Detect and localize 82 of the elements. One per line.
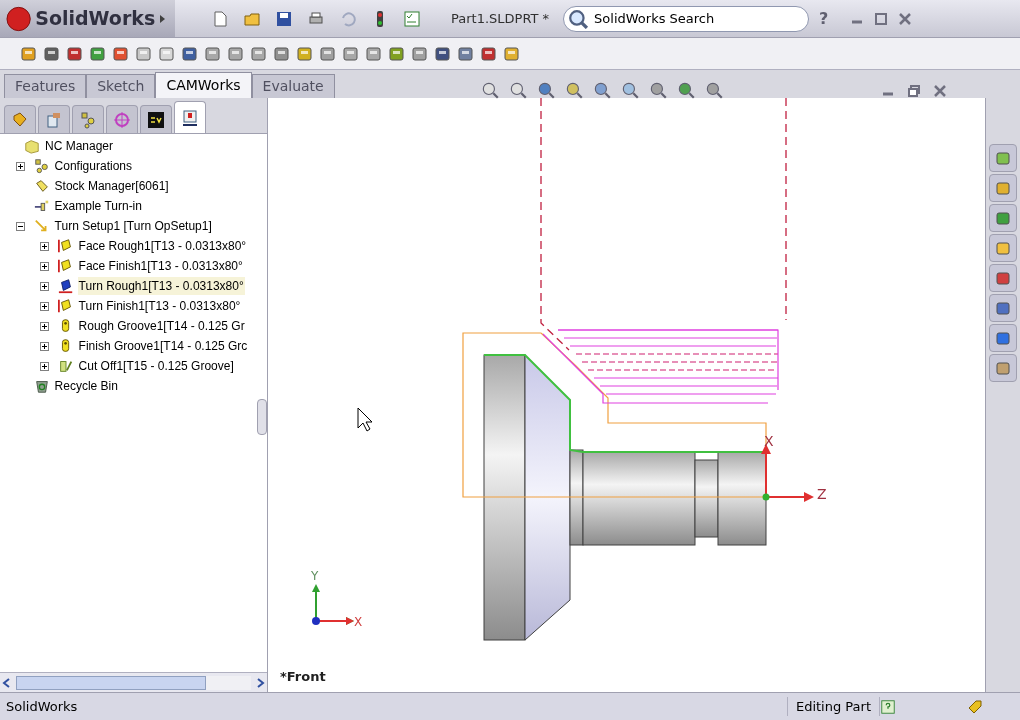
panel-tab[interactable] — [174, 101, 206, 133]
tree-item[interactable]: Face Rough1[T13 - 0.0313x80° — [77, 237, 248, 255]
new-document-icon[interactable] — [211, 9, 229, 28]
recycle-bin-icon — [33, 378, 50, 394]
restore-icon[interactable] — [907, 84, 921, 98]
insert-icon — [57, 298, 74, 314]
machine-icon — [33, 198, 50, 214]
panel-tab[interactable] — [140, 105, 172, 133]
coordinate-triad — [312, 584, 354, 625]
expand-toggle[interactable] — [40, 361, 50, 371]
configuration-icon[interactable] — [79, 110, 97, 129]
close-icon[interactable] — [933, 84, 947, 98]
expand-toggle[interactable] — [40, 281, 50, 291]
zoom-area-icon[interactable] — [508, 80, 528, 100]
tree-item[interactable]: Stock Manager[6061] — [53, 177, 170, 195]
task-pane-tab[interactable] — [989, 324, 1017, 352]
view-name: *Front — [280, 667, 326, 686]
expand-toggle[interactable] — [40, 341, 50, 351]
scroll-left-icon[interactable] — [2, 677, 12, 688]
task-pane-tab[interactable] — [989, 294, 1017, 322]
logo-icon — [6, 5, 32, 32]
axis-label: Y — [311, 569, 319, 583]
feature-tree-icon[interactable] — [11, 110, 29, 129]
expand-toggle[interactable] — [40, 261, 50, 271]
stock-icon — [33, 178, 50, 194]
crosshair-icon[interactable] — [113, 110, 131, 129]
scroll-thumb[interactable] — [16, 675, 206, 690]
collapse-handle[interactable] — [257, 399, 267, 435]
checklist-icon[interactable] — [403, 9, 421, 28]
cutoff-tool-icon — [57, 358, 74, 374]
zoom-fit-icon[interactable] — [480, 80, 500, 100]
horizontal-scrollbar[interactable] — [0, 672, 267, 692]
tag-icon[interactable] — [966, 697, 984, 716]
maximize-icon[interactable] — [874, 11, 889, 26]
task-pane-tab[interactable] — [989, 354, 1017, 382]
tree-item[interactable]: Face Finish1[T13 - 0.0313x80° — [77, 257, 244, 275]
insert-icon — [57, 258, 74, 274]
command-tab[interactable]: CAMWorks — [155, 72, 252, 98]
expand-toggle[interactable] — [40, 301, 50, 311]
search-field[interactable]: SolidWorks Search — [563, 5, 810, 32]
expand-toggle[interactable] — [40, 241, 50, 251]
tree-item[interactable]: Turn Rough1[T13 - 0.0313x80° — [77, 277, 245, 295]
insert-icon — [57, 278, 74, 294]
axis-label: Z — [817, 486, 827, 502]
chevron-right-icon — [159, 13, 167, 24]
tree-item[interactable]: Turn Finish1[T13 - 0.0313x80° — [77, 297, 242, 315]
command-tab[interactable]: Features — [4, 74, 87, 98]
task-pane-tab[interactable] — [989, 264, 1017, 292]
property-icon[interactable] — [45, 110, 63, 129]
axis-label: X — [354, 615, 363, 629]
cw-icon[interactable] — [147, 110, 165, 129]
task-pane-tab[interactable] — [989, 174, 1017, 202]
scroll-right-icon[interactable] — [255, 677, 265, 688]
tree-item[interactable]: Turn Setup1 [Turn OpSetup1] — [53, 217, 213, 235]
status-text: Editing Part — [786, 696, 880, 717]
tree-item[interactable]: NC Manager — [44, 137, 115, 155]
part-axis-drawing — [761, 444, 814, 502]
help-button[interactable]: ? — [819, 6, 829, 31]
document-title: Part1.SLDPRT * — [451, 9, 550, 28]
tree-item[interactable]: Example Turn-in — [53, 197, 143, 215]
save-icon[interactable] — [275, 9, 293, 28]
tree-item[interactable]: Recycle Bin — [53, 377, 119, 395]
insert-icon — [57, 238, 74, 254]
status-text: SolidWorks — [6, 697, 78, 716]
tree-item[interactable]: Rough Groove1[T14 - 0.125 Gr — [77, 317, 246, 335]
tree-item[interactable]: Finish Groove1[T14 - 0.125 Grc — [77, 337, 249, 355]
expand-toggle[interactable] — [40, 321, 50, 331]
tree-item[interactable]: Configurations — [53, 157, 133, 175]
app-menu-button[interactable]: SolidWorks — [0, 0, 175, 37]
command-tab[interactable]: Sketch — [86, 74, 156, 98]
command-tab[interactable]: Evaluate — [251, 74, 335, 98]
close-icon[interactable] — [898, 11, 913, 26]
tree-item[interactable]: Cut Off1[T15 - 0.125 Groove] — [77, 357, 235, 375]
task-pane-tab[interactable] — [989, 234, 1017, 262]
mouse-cursor — [357, 407, 373, 432]
expand-toggle[interactable] — [16, 161, 26, 171]
nc-manager-icon[interactable] — [181, 108, 199, 127]
task-pane-tab[interactable] — [989, 144, 1017, 172]
axis-label: X — [764, 433, 774, 449]
configuration-icon — [33, 158, 50, 174]
task-pane-tab[interactable] — [989, 204, 1017, 232]
expand-toggle[interactable] — [16, 221, 26, 231]
